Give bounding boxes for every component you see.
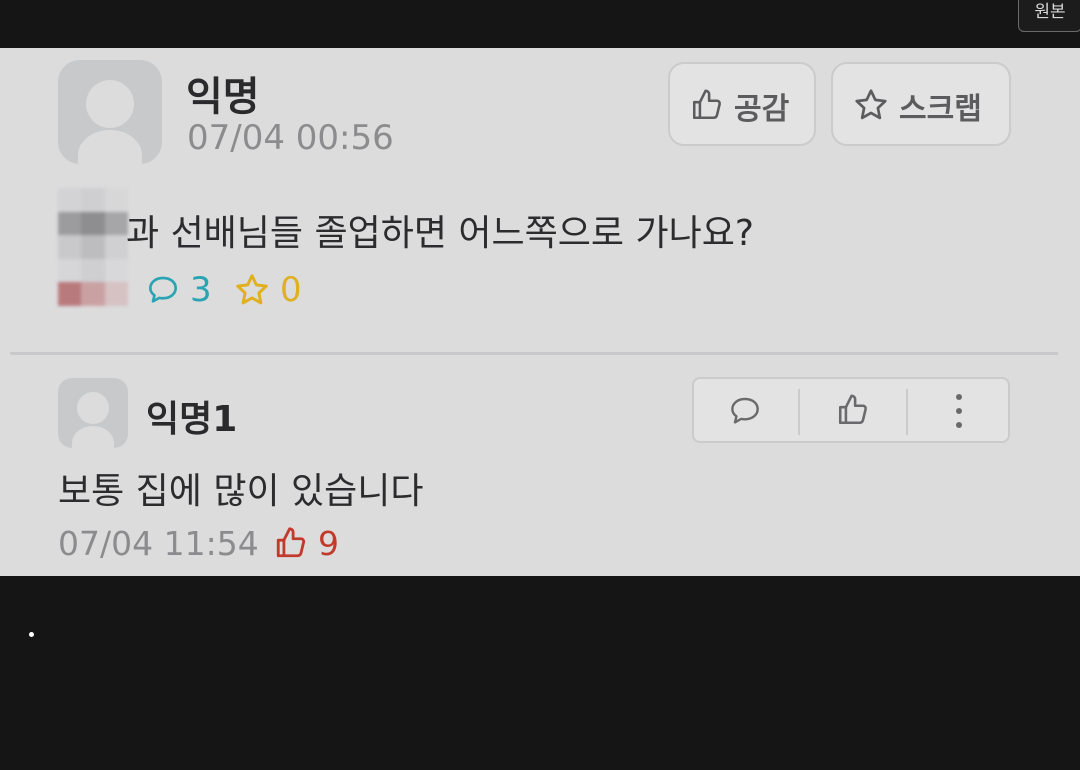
comment-icon: [149, 276, 177, 303]
commenter-avatar: [58, 378, 128, 448]
reply-icon: [731, 397, 759, 424]
comment-actions: [692, 377, 1010, 443]
post-time: 07/04 00:56: [187, 118, 394, 158]
comment-text: 보통 집에 많이 있습니다: [58, 471, 424, 512]
like-button-label: 공감: [734, 92, 790, 127]
comment-like-count: 9: [318, 524, 339, 563]
scrap-star-icon: [236, 274, 268, 305]
censored-pixel-block: [58, 188, 128, 306]
author-avatar: [58, 60, 162, 164]
more-vertical-icon: [956, 394, 962, 428]
comment-time: 07/04 11:54: [58, 524, 259, 563]
scrap-count: 0: [280, 270, 302, 310]
comment-like-button[interactable]: [800, 379, 906, 441]
commenter-name: 익명1: [146, 399, 238, 440]
thumbs-up-icon: [692, 89, 721, 120]
dot: [29, 632, 34, 637]
thumbs-up-icon: [838, 394, 867, 425]
post-title: 과 선배님들 졸업하면 어느쪽으로 가나요?: [126, 213, 754, 254]
more-options-button[interactable]: [908, 379, 1008, 441]
like-button[interactable]: 공감: [668, 62, 816, 146]
scrap-button-label: 스크랩: [899, 92, 982, 127]
scrap-button[interactable]: 스크랩: [831, 62, 1011, 146]
thumbs-up-icon: [276, 527, 306, 558]
comment-count: 3: [190, 270, 212, 310]
original-button[interactable]: 원본: [1018, 0, 1080, 32]
reply-button[interactable]: [694, 379, 798, 441]
post-author: 익명: [186, 74, 260, 120]
divider: [10, 352, 1058, 355]
star-icon: [855, 89, 887, 120]
post-screenshot: 익명 07/04 00:56 공감 스크랩 과 선배님들 졸업하면 어느쪽으로 …: [0, 48, 1080, 576]
